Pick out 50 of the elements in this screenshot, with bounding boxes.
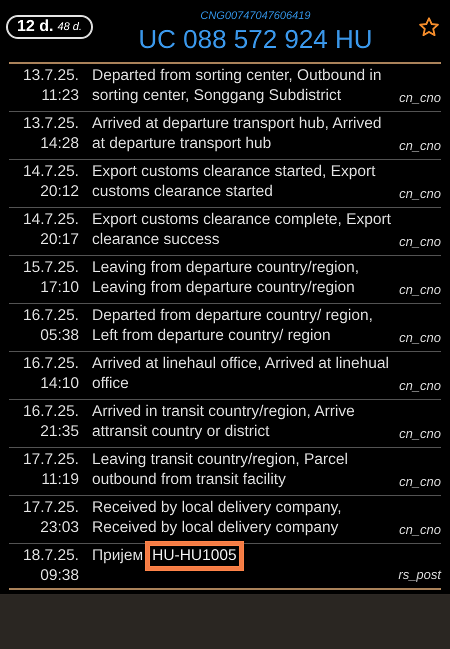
event-date: 13.7.25.	[22, 114, 79, 134]
event-source: cn_cno	[399, 425, 441, 443]
event-time: 21:35	[40, 422, 79, 442]
event-source: cn_cno	[399, 473, 441, 491]
reference-number: CNG00747047606419	[200, 9, 311, 23]
event-time: 11:19	[41, 470, 79, 490]
event-description: Departed from sorting center, Outbound in sorting center, Songgang Subdistrict	[92, 67, 382, 104]
event-date: 16.7.25.	[22, 354, 79, 374]
event-date: 15.7.25.	[22, 258, 79, 278]
tracking-number: UC 088 572 924 HU	[138, 23, 373, 55]
event-source: cn_cno	[399, 329, 441, 347]
event-description: Leaving from departure country/region, Leaving from departure country/region	[92, 259, 360, 296]
event-source: cn_cno	[399, 521, 441, 539]
event-description: Export customs clearance started, Export customs clearance started	[92, 163, 376, 200]
event-date: 17.7.25.	[22, 450, 79, 470]
event-description: Received by local delivery company, Received by local delivery company	[92, 499, 342, 536]
event-date: 14.7.25.	[22, 210, 79, 230]
event-date: 16.7.25.	[22, 402, 79, 422]
event-time: 20:17	[40, 230, 79, 250]
days-count: 12 d.	[17, 17, 54, 37]
event-time: 20:12	[40, 182, 79, 202]
event-description: Arrived at linehaul office, Arrived at linehual office	[92, 355, 389, 392]
event-date: 17.7.25.	[22, 498, 79, 518]
highlighted-location-code: HU-HU1005	[145, 541, 244, 571]
event-time: 09:38	[40, 566, 79, 586]
event-time: 14:28	[40, 134, 79, 154]
event-date: 16.7.25.	[22, 306, 79, 326]
event-source: cn_cno	[399, 233, 441, 251]
event-description: Arrived at departure transport hub, Arrived at departure transport hub	[92, 115, 382, 152]
event-source: rs_post	[398, 566, 441, 584]
total-days: 48 d.	[57, 18, 82, 36]
event-date: 18.7.25.	[22, 546, 79, 566]
event-description: Arrived in transit country/region, Arrive attransit country or district	[92, 403, 355, 440]
event-source: cn_cno	[399, 89, 441, 107]
event-time: 14:10	[40, 374, 79, 394]
event-source: cn_cno	[399, 377, 441, 395]
event-description: Пријем	[92, 546, 144, 566]
event-description: Departed from departure country/ region, Left from departure country/ region	[92, 307, 373, 344]
event-time: 17:10	[40, 278, 79, 298]
event-time: 11:23	[41, 86, 79, 106]
star-icon[interactable]	[418, 16, 440, 38]
event-time: 05:38	[40, 326, 79, 346]
event-date: 13.7.25.	[22, 66, 79, 86]
event-time: 23:03	[40, 518, 79, 538]
event-date: 14.7.25.	[22, 162, 79, 182]
event-description: Export customs clearance complete, Export clearance success	[92, 211, 391, 248]
event-source: cn_cno	[399, 185, 441, 203]
event-source: cn_cno	[399, 281, 441, 299]
event-description: Leaving transit country/region, Parcel outbound from transit facility	[92, 451, 348, 488]
event-source: cn_cno	[399, 137, 441, 155]
